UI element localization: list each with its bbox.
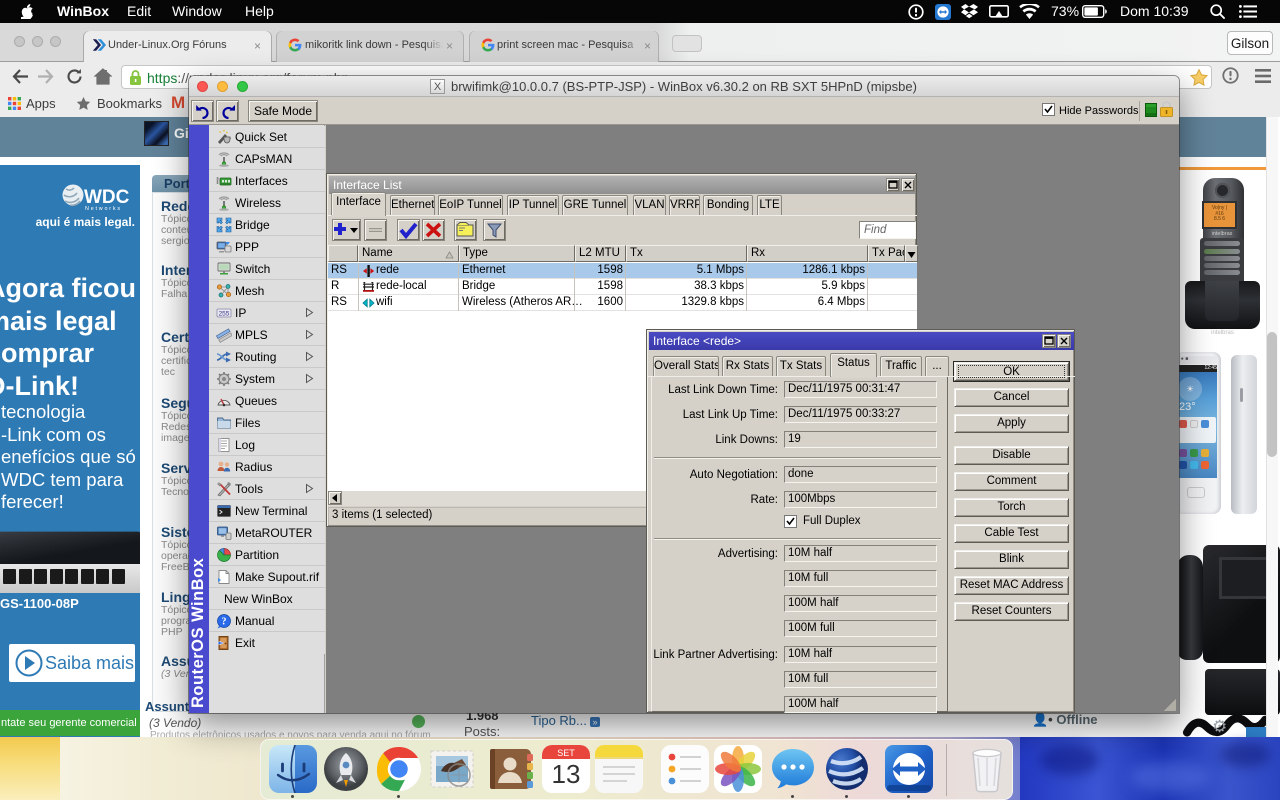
svg-text:Networks: Networks [85,206,122,212]
svg-text:?: ? [222,617,227,628]
svg-text:SET: SET [557,748,575,758]
svg-text:WDC: WDC [84,187,130,208]
svg-text:255: 255 [219,311,230,318]
svg-text:13: 13 [552,759,581,789]
